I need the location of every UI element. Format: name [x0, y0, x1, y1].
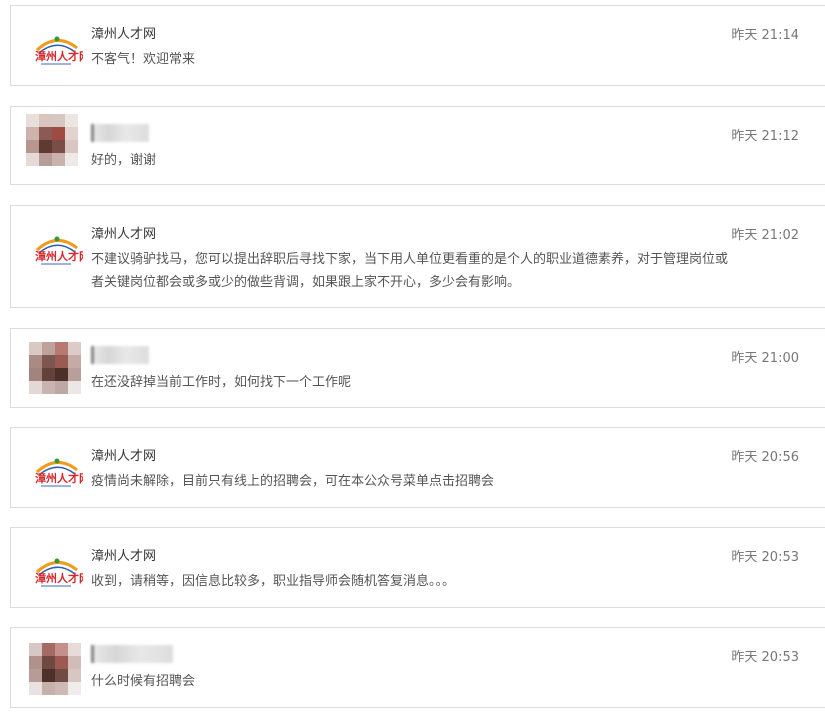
message-text: 疫情尚未解除，目前只有线上的招聘会，可在本公众号菜单点击招聘会	[91, 474, 495, 489]
zhangzhou-talent-logo-icon: 漳州人才网	[35, 36, 90, 65]
message-time: 昨天 21:12	[731, 129, 799, 144]
org-logo-avatar: 漳州人才网	[31, 26, 90, 78]
org-logo-avatar: 漳州人才网	[31, 548, 90, 600]
svg-text:漳州人才网: 漳州人才网	[35, 571, 83, 585]
message-item[interactable]: 漳州人才网 漳州人才网 昨天 21:14 不客气！欢迎常来	[10, 5, 825, 86]
org-logo-avatar: 漳州人才网	[31, 226, 90, 278]
message-time: 昨天 21:14	[731, 28, 799, 43]
sender-name-blurred	[91, 346, 149, 364]
sender-name-blurred	[91, 645, 173, 663]
message-text: 什么时候有招聘会	[91, 674, 196, 689]
message-item[interactable]: 漳州人才网 漳州人才网 昨天 20:53 收到，请稍等，因信息比较多，职业指导师…	[10, 527, 825, 608]
sender-name: 漳州人才网	[91, 449, 157, 464]
message-text: 好的，谢谢	[91, 153, 157, 168]
message-item[interactable]: 昨天 20:53 什么时候有招聘会	[10, 627, 825, 708]
user-avatar	[26, 114, 78, 166]
sender-name: 漳州人才网	[91, 27, 157, 42]
svg-text:漳州人才网: 漳州人才网	[35, 49, 83, 63]
message-item[interactable]: 漳州人才网 漳州人才网 昨天 20:56 疫情尚未解除，目前只有线上的招聘会，可…	[10, 427, 825, 508]
sender-name-blurred	[91, 124, 149, 142]
blurred-avatar-icon	[26, 114, 78, 166]
user-avatar	[29, 342, 81, 394]
message-text: 不建议骑驴找马，您可以提出辞职后寻找下家，当下用人单位更看重的是个人的职业道德素…	[91, 252, 729, 290]
svg-text:漳州人才网: 漳州人才网	[35, 471, 83, 485]
svg-text:漳州人才网: 漳州人才网	[35, 249, 83, 263]
blurred-avatar-icon	[29, 643, 81, 695]
zhangzhou-talent-logo-icon: 漳州人才网	[35, 236, 90, 265]
zhangzhou-talent-logo-icon: 漳州人才网	[35, 558, 90, 587]
message-text: 不客气！欢迎常来	[91, 52, 196, 67]
sender-name: 漳州人才网	[91, 227, 157, 242]
message-text: 在还没辞掉当前工作时，如何找下一个工作呢	[91, 375, 352, 390]
zhangzhou-talent-logo-icon: 漳州人才网	[35, 458, 90, 487]
message-item[interactable]: 昨天 21:12 好的，谢谢	[10, 106, 825, 185]
user-avatar	[29, 643, 81, 695]
message-item[interactable]: 漳州人才网 漳州人才网 昨天 21:02 不建议骑驴找马，您可以提出辞职后寻找下…	[10, 205, 825, 308]
message-time: 昨天 20:53	[731, 650, 799, 665]
message-time: 昨天 21:02	[731, 228, 799, 243]
message-time: 昨天 21:00	[731, 351, 799, 366]
org-logo-avatar: 漳州人才网	[31, 448, 90, 500]
message-text: 收到，请稍等，因信息比较多，职业指导师会随机答复消息。。。	[91, 574, 456, 589]
message-time: 昨天 20:56	[731, 450, 799, 465]
message-item[interactable]: 昨天 21:00 在还没辞掉当前工作时，如何找下一个工作呢	[10, 328, 825, 408]
sender-name: 漳州人才网	[91, 549, 157, 564]
blurred-avatar-icon	[29, 342, 81, 394]
message-time: 昨天 20:53	[731, 550, 799, 565]
